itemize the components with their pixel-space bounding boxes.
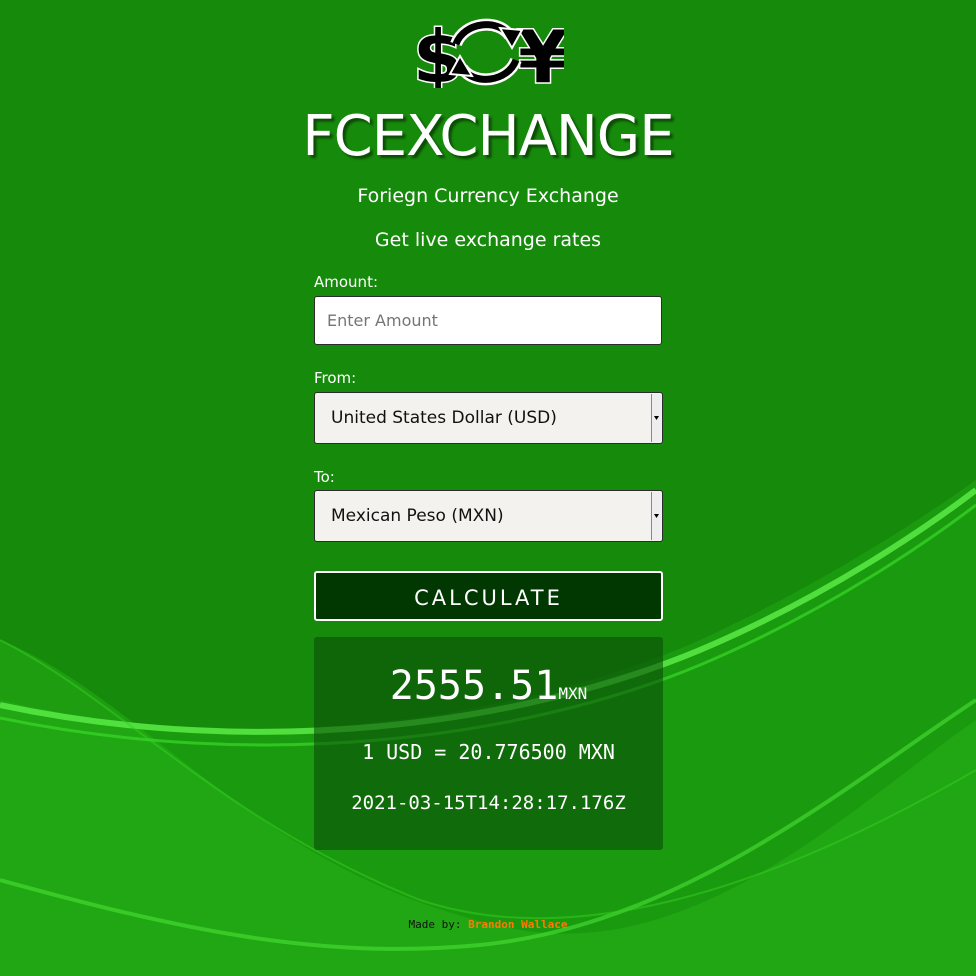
author-link[interactable]: Brandon Wallace [468, 918, 567, 931]
result-amount: 2555.51MXN [314, 663, 663, 709]
to-currency-select[interactable]: Mexican Peso (MXN) [314, 490, 663, 542]
rate-timestamp: 2021-03-15T14:28:17.176Z [351, 792, 626, 814]
to-currency-value: Mexican Peso (MXN) [331, 506, 504, 526]
to-label: To: [314, 468, 335, 486]
from-currency-select[interactable]: United States Dollar (USD) [314, 392, 663, 444]
chevron-down-icon[interactable] [651, 492, 661, 540]
footer: Made by: Brandon Wallace [0, 918, 976, 931]
calculate-button[interactable]: CALCULATE [314, 571, 663, 621]
result-value: 2555.51 [389, 663, 559, 709]
from-currency-value: United States Dollar (USD) [331, 408, 557, 428]
result-unit: MXN [558, 684, 588, 703]
exchange-rate-text: 1 USD = 20.776500 MXN [362, 740, 615, 764]
app-tagline: Get live exchange rates [374, 229, 602, 251]
app-container: $ ¥ FCEXCHANGE Foriegn Currency Exchange… [0, 0, 976, 976]
amount-label: Amount: [314, 273, 378, 291]
svg-text:$: $ [413, 15, 463, 88]
svg-text:¥: ¥ [518, 15, 564, 88]
app-subtitle: Foriegn Currency Exchange [357, 185, 619, 207]
made-by-label: Made by: [408, 918, 462, 931]
app-title: FCEXCHANGE [302, 104, 674, 169]
currency-exchange-icon: $ ¥ [412, 14, 564, 88]
chevron-down-icon[interactable] [651, 394, 661, 442]
result-panel: 2555.51MXN 1 USD = 20.776500 MXN 2021-03… [314, 637, 663, 850]
amount-input[interactable] [314, 296, 662, 345]
from-label: From: [314, 369, 357, 387]
